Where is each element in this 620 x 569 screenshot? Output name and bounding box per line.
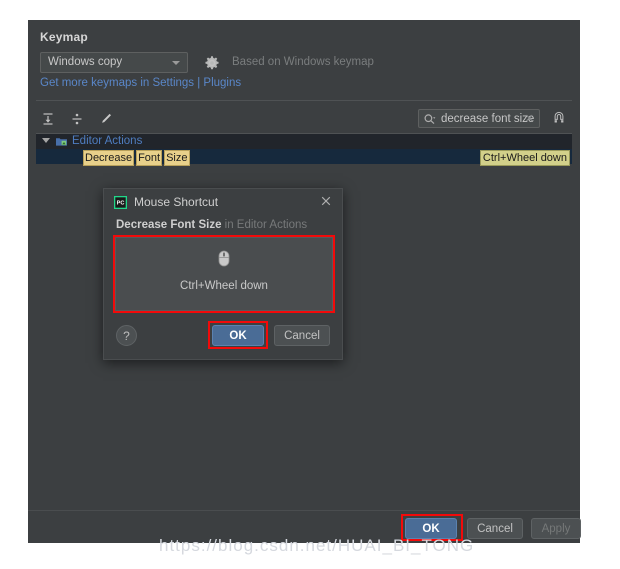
pycharm-icon: PC (114, 196, 127, 209)
help-button[interactable]: ? (116, 325, 137, 346)
keymap-select-value: Windows copy (48, 56, 123, 68)
match-word-0: Decrease (83, 149, 135, 166)
action-name-highlighted: Decrease Font Size (83, 149, 190, 166)
divider-top (36, 100, 572, 101)
dialog-action-name: Decrease Font Size (116, 219, 222, 231)
mouse-shortcut-dialog: PC Mouse Shortcut Decrease Font Size in … (103, 188, 343, 360)
match-word-2: Size (164, 149, 190, 166)
toolbar-icon-group (38, 109, 116, 129)
search-input-value: decrease font size (441, 112, 535, 125)
dialog-subject-line: Decrease Font Size in Editor Actions (116, 219, 307, 231)
edit-pencil-icon[interactable] (96, 109, 116, 129)
captured-shortcut-text: Ctrl+Wheel down (180, 280, 268, 292)
keymap-toolbar: decrease font size ✕ (28, 106, 580, 134)
tree-row[interactable]: Decrease Font Size Ctrl+Wheel down (36, 149, 572, 166)
tree-group-label: Editor Actions (72, 135, 143, 147)
get-more-keymaps-link[interactable]: Get more keymaps in Settings | Plugins (40, 77, 241, 89)
dialog-action-context: in Editor Actions (221, 219, 308, 231)
dialog-title-bar: PC Mouse Shortcut (104, 189, 342, 217)
mouse-wheel-icon (217, 250, 231, 272)
keymap-select[interactable]: Windows copy (40, 52, 188, 73)
settings-button-bar: OK Cancel Apply (28, 511, 581, 543)
tree-group-editor-actions[interactable]: Editor Actions (36, 134, 572, 149)
expand-all-icon[interactable] (38, 109, 58, 129)
dialog-title: Mouse Shortcut (134, 195, 219, 209)
dialog-button-bar: ? OK Cancel (104, 317, 342, 357)
keymap-selector-row: Windows copy Based on Windows keymap (40, 52, 568, 76)
search-input[interactable]: decrease font size ✕ (418, 109, 540, 128)
cancel-button[interactable]: Cancel (467, 518, 523, 539)
match-word-1: Font (136, 149, 163, 166)
svg-text:PC: PC (117, 201, 125, 207)
dialog-ok-button[interactable]: OK (212, 325, 264, 346)
based-on-label: Based on Windows keymap (232, 56, 374, 68)
screenshot-root: Keymap Windows copy Based on Windows key… (0, 0, 620, 569)
shortcut-capture-pad[interactable]: Ctrl+Wheel down (115, 237, 333, 311)
close-icon[interactable]: ✕ (525, 112, 534, 125)
triangle-down-icon[interactable] (42, 138, 50, 143)
gear-icon[interactable] (203, 54, 221, 72)
collapse-all-icon[interactable] (67, 109, 87, 129)
search-icon (423, 113, 436, 129)
action-shortcut-label: Ctrl+Wheel down (479, 149, 570, 166)
apply-button[interactable]: Apply (531, 518, 581, 539)
page-title: Keymap (40, 30, 88, 44)
close-icon[interactable] (319, 194, 333, 208)
dialog-cancel-button[interactable]: Cancel (274, 325, 330, 346)
chevron-down-icon (172, 61, 180, 65)
find-by-shortcut-icon[interactable] (549, 108, 569, 128)
ok-button[interactable]: OK (405, 518, 457, 539)
